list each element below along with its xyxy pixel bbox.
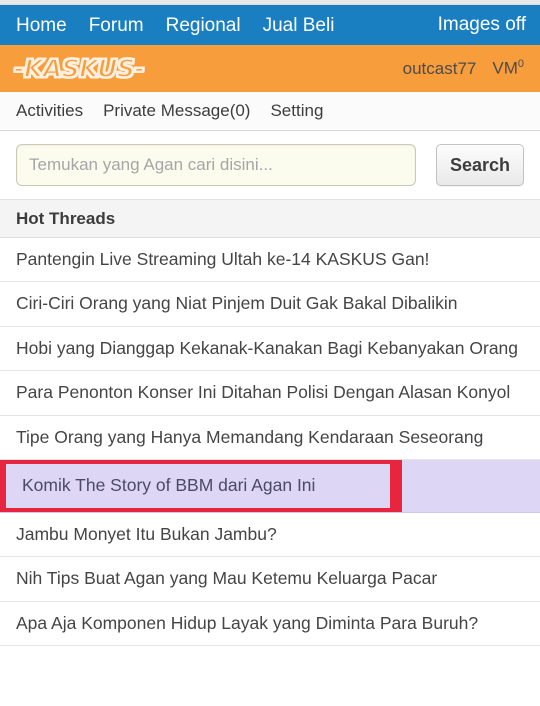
primary-nav-right: Images off xyxy=(438,15,526,35)
vm-count: 0 xyxy=(517,58,524,71)
brand-bar-account-area: outcast77 VM0 xyxy=(403,58,524,79)
vm-counter[interactable]: VM0 xyxy=(492,58,524,79)
nav-item-setting[interactable]: Setting xyxy=(270,101,323,121)
hot-threads-title: Hot Threads xyxy=(16,208,116,228)
nav-item-private-message[interactable]: Private Message(0) xyxy=(103,101,250,121)
kaskus-logo[interactable]: -KASKUS- xyxy=(13,53,146,84)
thread-list-item-selected[interactable]: Komik The Story of BBM dari Agan Ini xyxy=(0,460,540,513)
thread-list-item[interactable]: Jambu Monyet Itu Bukan Jambu? xyxy=(0,513,540,558)
selected-thread-highlight-box[interactable]: Komik The Story of BBM dari Agan Ini xyxy=(0,460,402,512)
page-root: Home Forum Regional Jual Beli Images off… xyxy=(0,0,540,647)
thread-list-item[interactable]: Tipe Orang yang Hanya Memandang Kendaraa… xyxy=(0,416,540,461)
thread-list-item[interactable]: Para Penonton Konser Ini Ditahan Polisi … xyxy=(0,371,540,416)
nav-item-jual-beli[interactable]: Jual Beli xyxy=(263,16,335,35)
thread-list-item[interactable]: Hobi yang Dianggap Kekanak-Kanakan Bagi … xyxy=(0,327,540,372)
nav-item-activities[interactable]: Activities xyxy=(16,101,83,121)
search-button[interactable]: Search xyxy=(435,144,524,186)
thread-list-item[interactable]: Nih Tips Buat Agan yang Mau Ketemu Kelua… xyxy=(0,557,540,602)
hot-threads-list: Pantengin Live Streaming Ultah ke-14 KAS… xyxy=(0,238,540,647)
vm-label: VM xyxy=(492,58,518,78)
thread-list-item[interactable]: Pantengin Live Streaming Ultah ke-14 KAS… xyxy=(0,238,540,283)
thread-list-item[interactable]: Apa Aja Komponen Hidup Layak yang Dimint… xyxy=(0,602,540,647)
username-label[interactable]: outcast77 xyxy=(403,59,477,79)
hot-threads-header: Hot Threads xyxy=(0,200,540,238)
search-bar: Search xyxy=(0,131,540,200)
brand-bar: -KASKUS- outcast77 VM0 xyxy=(0,45,540,92)
nav-item-home[interactable]: Home xyxy=(16,16,67,35)
images-off-toggle[interactable]: Images off xyxy=(438,14,526,35)
nav-item-regional[interactable]: Regional xyxy=(166,16,241,35)
thread-list-item[interactable]: Ciri-Ciri Orang yang Niat Pinjem Duit Ga… xyxy=(0,282,540,327)
nav-item-forum[interactable]: Forum xyxy=(89,16,144,35)
search-input[interactable] xyxy=(16,144,416,186)
primary-navigation-bar: Home Forum Regional Jual Beli Images off xyxy=(0,5,540,45)
primary-nav-links: Home Forum Regional Jual Beli xyxy=(16,16,334,35)
secondary-navigation-bar: Activities Private Message(0) Setting xyxy=(0,92,540,131)
